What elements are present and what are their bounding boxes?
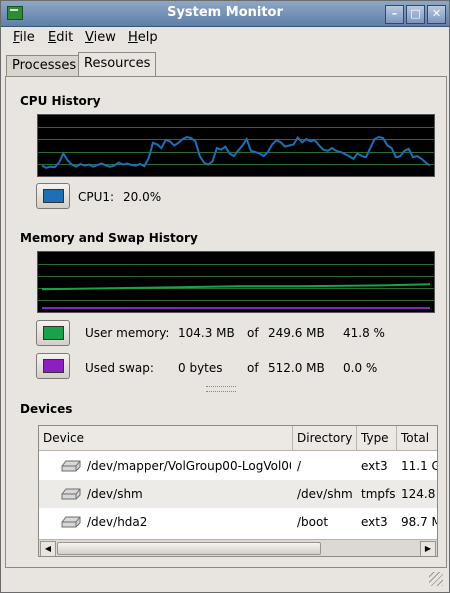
user-memory-label: User memory: [85,326,170,340]
device-directory: /dev/shm [297,487,353,501]
column-type[interactable]: Type [357,426,397,450]
device-directory: /boot [297,515,329,529]
devices-table-header: Device Directory Type Total [39,426,437,451]
device-total: 98.7 MB [401,515,437,529]
device-name: /dev/shm [87,487,143,501]
tab-processes[interactable]: Processes [6,55,83,76]
system-monitor-window: System Monitor – □ ✕ File Edit View Help… [0,0,450,593]
column-directory[interactable]: Directory [293,426,357,450]
devices-title: Devices [20,402,73,416]
user-memory-total: 249.6 MB [268,326,325,340]
minimize-button[interactable]: – [385,5,404,24]
horizontal-scrollbar[interactable]: ◀ ▶ [39,539,437,556]
cpu-history-title: CPU History [20,94,101,108]
devices-table: Device Directory Type Total /dev/mapper/… [38,425,438,557]
cpu-color-button[interactable] [36,183,70,209]
cpu-label: CPU1: [78,190,115,204]
device-total: 11.1 GB [401,459,437,473]
column-device[interactable]: Device [39,426,293,450]
menu-edit[interactable]: Edit [48,30,73,45]
device-name: /dev/mapper/VolGroup00-LogVol00 [87,459,291,473]
cpu-value: 20.0% [123,190,162,204]
swap-color-button[interactable] [36,353,70,379]
menu-bar: File Edit View Help [1,27,449,49]
menu-help[interactable]: Help [128,30,158,45]
user-memory-color-button[interactable] [36,320,70,346]
menu-view[interactable]: View [85,30,116,45]
menu-file[interactable]: File [13,30,35,45]
cpu-color-swatch [43,189,64,203]
user-memory-percent: 41.8 % [343,326,385,340]
swap-of: of [247,361,259,375]
device-type: ext3 [361,459,388,473]
scrollbar-thumb[interactable] [57,542,321,555]
swap-total: 512.0 MB [268,361,325,375]
swap-color-swatch [43,359,64,373]
column-total[interactable]: Total [397,426,437,450]
scroll-right-arrow-icon[interactable]: ▶ [420,541,436,556]
device-total: 124.8 MB [401,487,437,501]
tab-resources[interactable]: Resources [78,52,157,77]
user-memory-used: 104.3 MB [178,326,235,340]
table-row[interactable]: /dev/shm /dev/shm tmpfs 124.8 MB [39,480,437,508]
swap-percent: 0.0 % [343,361,378,375]
resources-panel: CPU History CPU1: 20.0% Memory and Swap … [5,76,447,568]
memory-history-graph [37,251,435,313]
table-row[interactable]: /dev/mapper/VolGroup00-LogVol00 / ext3 1… [39,452,437,480]
memory-history-title: Memory and Swap History [20,231,198,245]
title-bar[interactable]: System Monitor – □ ✕ [1,1,449,27]
pane-divider-handle[interactable] [206,386,236,392]
window-title: System Monitor [167,5,283,20]
swap-used: 0 bytes [178,361,223,375]
swap-label: Used swap: [85,361,154,375]
hard-disk-icon [61,460,81,472]
hard-disk-icon [61,488,81,500]
device-type: tmpfs [361,487,395,501]
maximize-button[interactable]: □ [406,5,425,24]
user-memory-color-swatch [43,326,64,340]
device-name: /dev/hda2 [87,515,148,529]
hard-disk-icon [61,516,81,528]
scroll-left-arrow-icon[interactable]: ◀ [40,541,56,556]
cpu-history-graph [37,114,435,177]
device-directory: / [297,459,302,473]
close-button[interactable]: ✕ [427,5,446,24]
table-row[interactable]: /dev/hda2 /boot ext3 98.7 MB [39,508,437,536]
resize-grip-icon[interactable] [429,572,443,586]
tab-bar: Processes Resources [1,51,449,77]
user-memory-of: of [247,326,259,340]
device-type: ext3 [361,515,388,529]
